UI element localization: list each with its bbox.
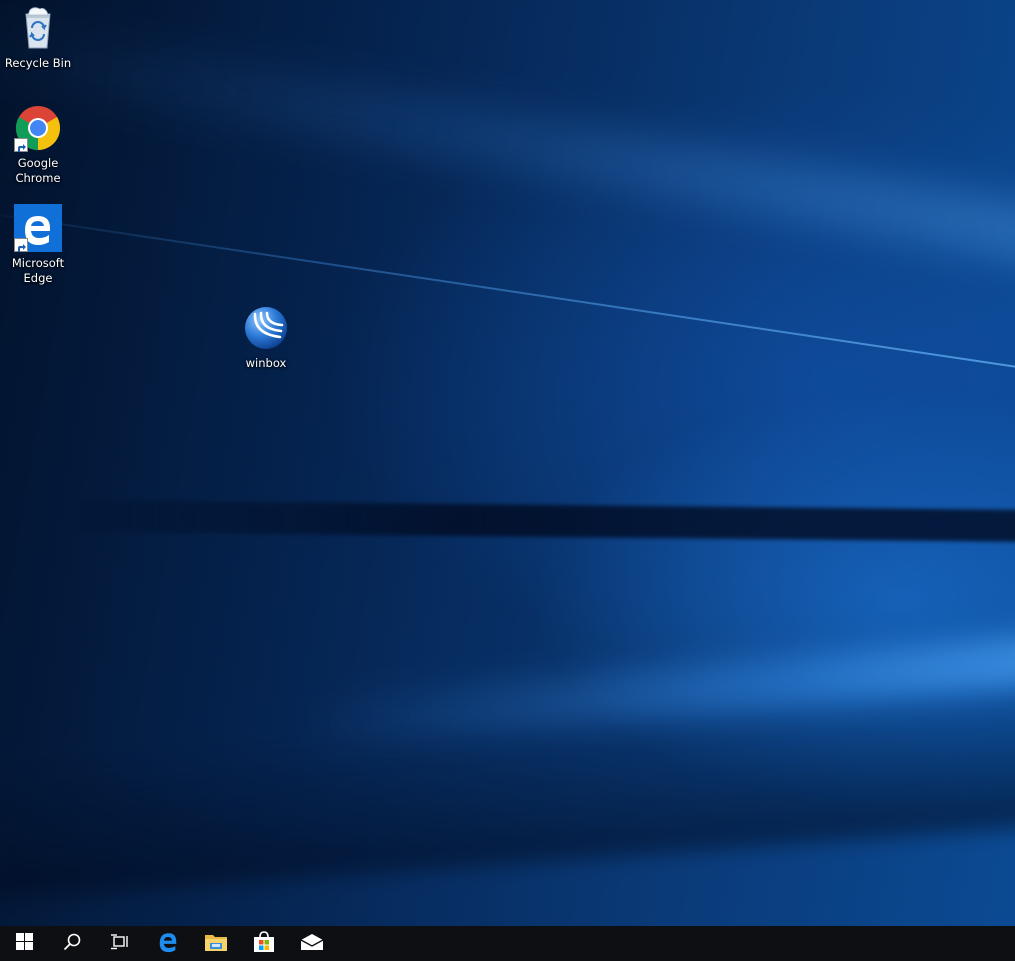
edge-icon bbox=[14, 204, 62, 252]
start-button[interactable] bbox=[0, 926, 48, 961]
desktop-icon-winbox[interactable]: winbox bbox=[229, 304, 303, 371]
shortcut-arrow-icon bbox=[14, 238, 28, 252]
desktop-icon-recycle-bin[interactable]: Recycle Bin bbox=[1, 4, 75, 71]
search-icon bbox=[63, 933, 81, 955]
winbox-icon bbox=[242, 304, 290, 352]
taskbar-mail[interactable] bbox=[288, 926, 336, 961]
chrome-icon bbox=[14, 104, 62, 152]
desktop-icon-microsoft-edge[interactable]: Microsoft Edge bbox=[1, 204, 75, 286]
taskbar bbox=[0, 926, 1015, 961]
search-button[interactable] bbox=[48, 926, 96, 961]
task-view-button[interactable] bbox=[96, 926, 144, 961]
edge-icon bbox=[157, 931, 179, 957]
task-view-icon bbox=[111, 933, 129, 954]
desktop-icon-label: Google Chrome bbox=[15, 156, 61, 185]
desktop-icon-label: winbox bbox=[245, 356, 287, 370]
windows-logo-icon bbox=[15, 933, 33, 954]
mail-icon bbox=[300, 933, 324, 955]
shortcut-arrow-icon bbox=[14, 138, 28, 152]
desktop-icon-google-chrome[interactable]: Google Chrome bbox=[1, 104, 75, 186]
desktop-icon-label: Microsoft Edge bbox=[11, 256, 65, 285]
folder-icon bbox=[204, 932, 228, 956]
taskbar-store[interactable] bbox=[240, 926, 288, 961]
desktop-icon-label: Recycle Bin bbox=[4, 56, 72, 70]
store-bag-icon bbox=[253, 930, 275, 957]
taskbar-edge[interactable] bbox=[144, 926, 192, 961]
desktop[interactable]: Recycle Bin Google Chrome Microsoft Edge… bbox=[0, 0, 1015, 926]
taskbar-file-explorer[interactable] bbox=[192, 926, 240, 961]
recycle-bin-icon bbox=[14, 4, 62, 52]
